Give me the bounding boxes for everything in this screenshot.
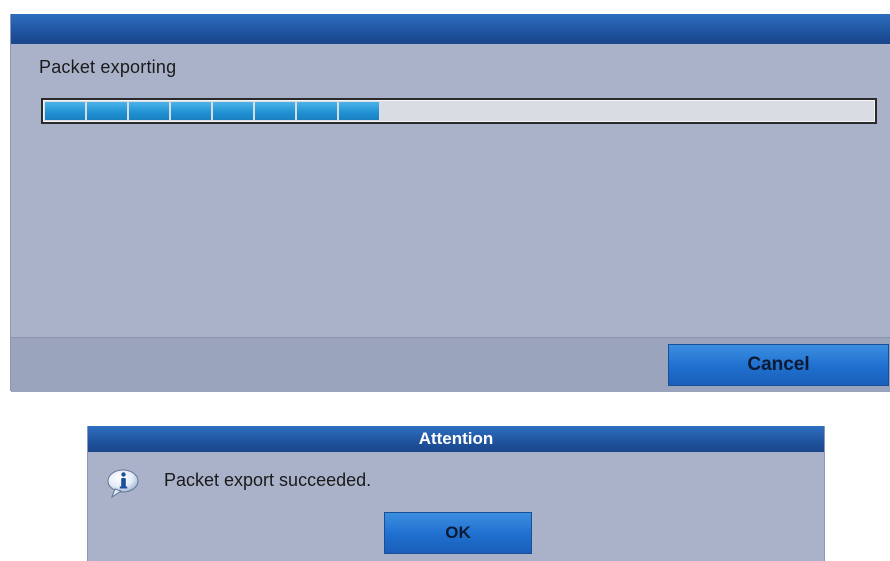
progress-segment bbox=[213, 102, 253, 120]
export-status-label: Packet exporting bbox=[39, 57, 177, 77]
export-dialog-footer: Cancel bbox=[11, 337, 890, 392]
info-icon bbox=[107, 469, 139, 498]
export-progress-bar bbox=[41, 98, 877, 124]
progress-bar-fill bbox=[45, 102, 381, 120]
ok-button[interactable]: OK bbox=[384, 512, 532, 554]
attention-message: Packet export succeeded. bbox=[164, 470, 372, 490]
progress-segment bbox=[87, 102, 127, 120]
attention-dialog-title: Attention bbox=[88, 426, 824, 452]
export-progress-dialog: Packet exporting Cancel bbox=[10, 14, 890, 392]
progress-segment bbox=[255, 102, 295, 120]
cancel-button[interactable]: Cancel bbox=[668, 344, 889, 386]
export-dialog-titlebar bbox=[11, 14, 890, 44]
progress-segment bbox=[297, 102, 337, 120]
progress-segment bbox=[129, 102, 169, 120]
attention-dialog: Attention Packet export succeeded. OK bbox=[87, 426, 825, 561]
progress-segment bbox=[171, 102, 211, 120]
progress-segment bbox=[45, 102, 85, 120]
progress-segment bbox=[339, 102, 379, 120]
